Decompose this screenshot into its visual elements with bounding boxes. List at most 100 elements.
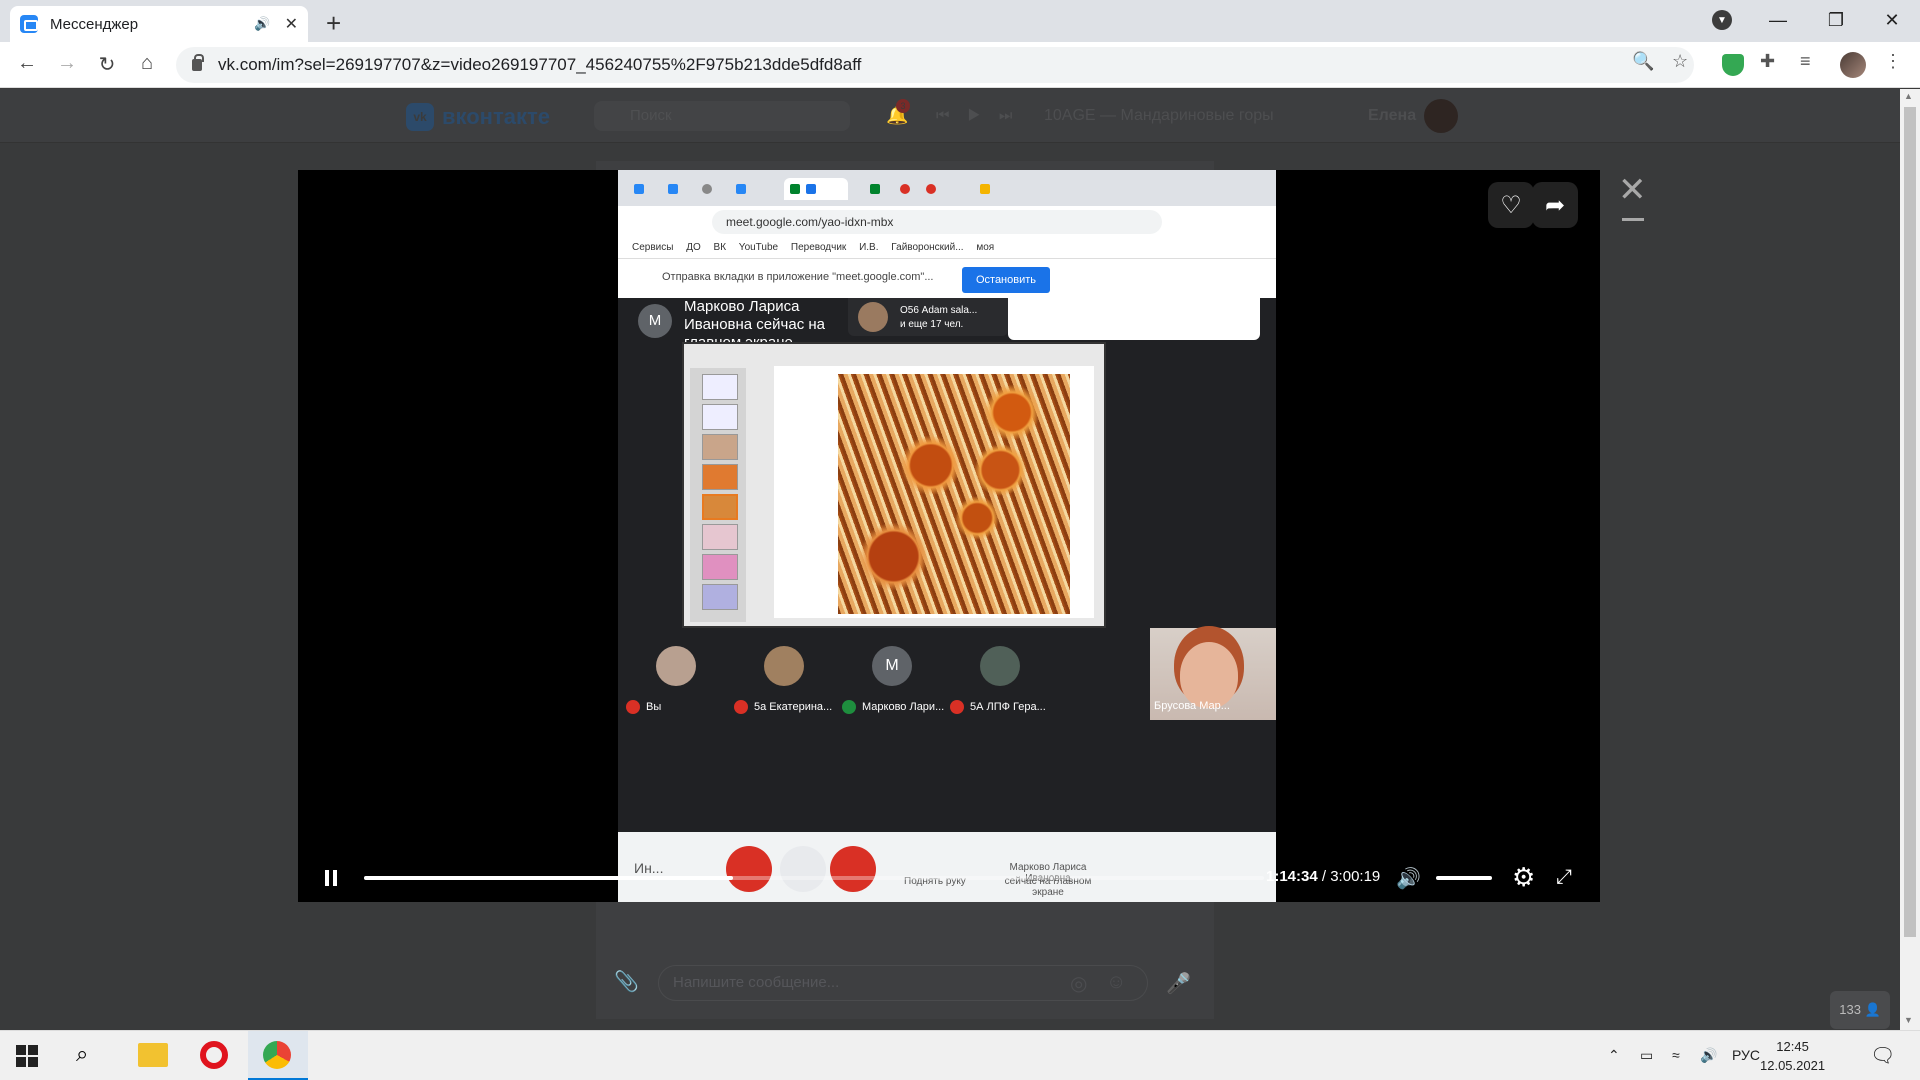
microphone-icon[interactable]: 🎤	[1166, 971, 1191, 996]
audio-playing-icon[interactable]: 🔊	[254, 16, 270, 32]
language-indicator[interactable]: РУС	[1732, 1047, 1760, 1063]
volume-icon[interactable]: 🔊	[1396, 866, 1421, 891]
scrollbar-thumb[interactable]	[1904, 107, 1916, 937]
opera-icon[interactable]	[200, 1041, 228, 1069]
vk-messenger-icon	[20, 15, 38, 33]
participant-name: Марково Лари...	[842, 700, 944, 714]
minimize-button[interactable]: —	[1748, 0, 1808, 40]
tab-messenger[interactable]: Мессенджер 🔊 ✕	[10, 6, 308, 42]
battery-icon[interactable]: ▭	[1640, 1047, 1653, 1064]
clock-time: 12:45	[1776, 1039, 1809, 1054]
participant-name-text: 5А ЛПФ Гера...	[970, 700, 1046, 713]
participant-avatar	[980, 646, 1020, 686]
speaking-icon	[842, 700, 856, 714]
inner-tab	[730, 178, 780, 200]
meet-icon	[790, 184, 800, 194]
shield-extension-icon[interactable]	[1722, 54, 1744, 76]
progress-bar[interactable]	[364, 876, 1264, 880]
share-icon[interactable]: ➦	[1532, 182, 1578, 228]
participant-name: 5А ЛПФ Гера...	[950, 700, 1046, 714]
slide-canvas	[774, 366, 1094, 618]
chrome-icon[interactable]	[263, 1041, 291, 1069]
time-current: 1:14:34	[1266, 868, 1318, 885]
tab-title: Мессенджер	[50, 15, 139, 33]
participant-avatar	[656, 646, 696, 686]
slide-thumb	[702, 554, 738, 580]
notifications-icon[interactable]: 🗨	[1870, 1043, 1895, 1068]
tab-close-icon[interactable]: ✕	[285, 14, 298, 34]
participant-name: Вы	[626, 700, 661, 714]
vk-user-avatar[interactable]	[1424, 99, 1458, 133]
like-heart-icon[interactable]: ♡	[1488, 182, 1534, 228]
search-icon[interactable]: ⌕	[76, 1041, 106, 1071]
inner-tab	[974, 178, 1024, 200]
slide-thumb	[702, 374, 738, 400]
mic-off-icon	[950, 700, 964, 714]
zoom-icon[interactable]: 🔍	[1632, 51, 1654, 72]
inner-tab-icon	[926, 184, 936, 194]
browser-toolbar: ← → ↻ ⌂ vk.com/im?sel=269197707&z=video2…	[0, 42, 1920, 88]
reload-icon[interactable]: ↻	[94, 52, 120, 77]
inner-tab-icon	[806, 184, 816, 194]
chrome-menu-icon[interactable]: ⋮	[1884, 51, 1902, 72]
speaker-icon[interactable]: 🔊	[1700, 1047, 1717, 1064]
audio-player-controls[interactable]: ⏮▶⏭	[936, 107, 1030, 124]
inner-tab-icon	[980, 184, 990, 194]
tab-search-icon[interactable]: ▼	[1712, 10, 1732, 30]
media-control-icon[interactable]: ≡	[1800, 51, 1811, 72]
vk-logo-icon: vk	[406, 103, 434, 131]
video-player[interactable]: meet.google.com/yao-idxn-mbx Сервисы ДО …	[298, 170, 1600, 902]
address-bar[interactable]: vk.com/im?sel=269197707&z=video269197707…	[176, 47, 1694, 83]
participant-name: Брусова Мар...	[1154, 700, 1230, 712]
participant-avatar	[764, 646, 804, 686]
new-tab-button[interactable]: +	[326, 8, 341, 39]
vk-logo-text: вконтакте	[442, 104, 551, 129]
clock[interactable]: 12:45 12.05.2021	[1760, 1037, 1825, 1075]
pill-line2: и еще 17 чел.	[900, 319, 964, 330]
camera-icon[interactable]: ◎	[1070, 971, 1087, 996]
windows-taskbar: ⌕ ⌃ ▭ ≈ 🔊 РУС 12:45 12.05.2021 🗨	[0, 1030, 1920, 1080]
profile-avatar[interactable]	[1840, 52, 1866, 78]
attach-icon[interactable]: 📎	[614, 969, 639, 994]
windows-start-icon[interactable]	[16, 1045, 38, 1067]
pause-icon[interactable]	[324, 870, 338, 886]
wifi-icon[interactable]: ≈	[1672, 1047, 1680, 1063]
participant-tile: 5А ЛПФ Гера...	[942, 634, 1058, 720]
scroll-up-icon[interactable]: ▲	[1904, 91, 1913, 101]
vk-user-name[interactable]: Елена	[1368, 107, 1416, 125]
histology-image	[838, 374, 1070, 614]
page-scrollbar[interactable]: ▲ ▼	[1900, 89, 1920, 1030]
now-playing-track[interactable]: 10AGE — Мандариновые горы	[1044, 107, 1274, 125]
viewers-count[interactable]: 133 👤	[1830, 991, 1890, 1029]
inner-share-message: Отправка вкладки в приложение "meet.goog…	[662, 271, 934, 283]
bookmark-star-icon[interactable]: ☆	[1672, 51, 1688, 72]
inner-bookmarks: Сервисы ДО ВК YouTube Переводчик И.В. Га…	[618, 238, 1276, 258]
extensions-icon[interactable]: ✚	[1760, 51, 1775, 72]
browser-tab-bar: Мессенджер 🔊 ✕ + ▼ — ❐ ✕	[0, 0, 1920, 42]
tray-expand-icon[interactable]: ⌃	[1608, 1047, 1620, 1064]
scroll-down-icon[interactable]: ▼	[1904, 1015, 1913, 1025]
vk-search-input[interactable]: Поиск	[594, 101, 850, 131]
mic-off-icon	[734, 700, 748, 714]
slide-thumb	[702, 524, 738, 550]
settings-gear-icon[interactable]: ⚙	[1512, 862, 1535, 893]
emoji-icon[interactable]: ☺	[1106, 971, 1126, 994]
inner-tab	[864, 178, 914, 200]
inner-tab-icon	[870, 184, 880, 194]
window-close-button[interactable]: ✕	[1862, 0, 1920, 40]
participant-tile: Вы	[618, 634, 734, 720]
minimize-video-icon[interactable]	[1622, 218, 1644, 221]
back-icon[interactable]: ←	[14, 52, 40, 75]
participant-camera-tile: Брусова Мар...	[1150, 628, 1276, 720]
meet-topbar	[1008, 298, 1260, 340]
vk-logo[interactable]: vk вконтакте	[406, 103, 550, 131]
file-explorer-icon[interactable]	[138, 1043, 168, 1067]
volume-slider[interactable]	[1436, 876, 1492, 880]
inner-tab-icon	[900, 184, 910, 194]
close-video-icon[interactable]: ✕	[1618, 170, 1647, 210]
forward-icon[interactable]: →	[54, 52, 80, 75]
participant-name: 5а Екатерина...	[734, 700, 832, 714]
fullscreen-icon[interactable]: ⤢	[1556, 866, 1572, 889]
home-icon[interactable]: ⌂	[134, 52, 160, 75]
maximize-button[interactable]: ❐	[1806, 0, 1866, 40]
